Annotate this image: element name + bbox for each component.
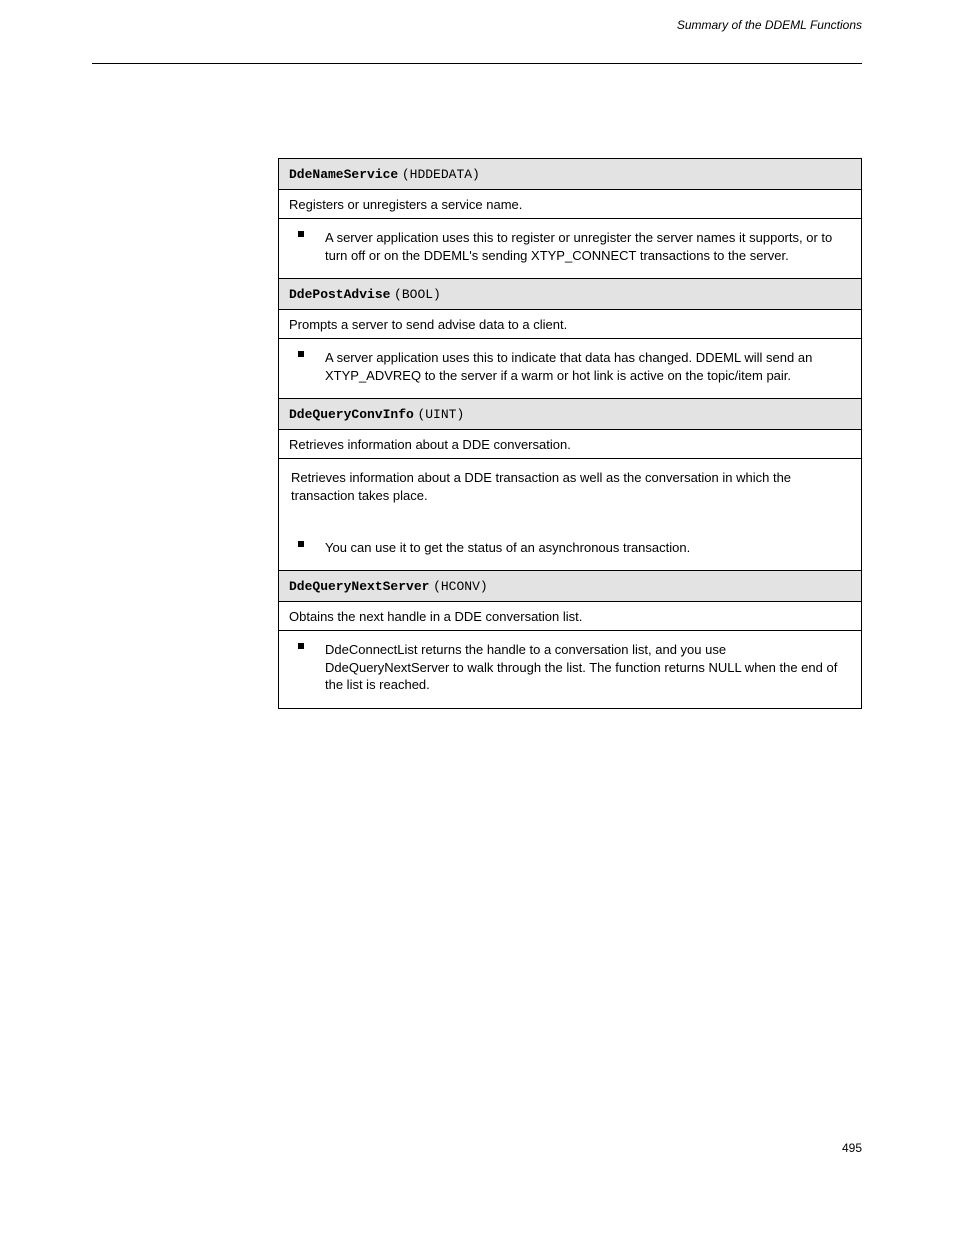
function-name: DdeNameService: [289, 167, 398, 182]
bullet-col: [291, 229, 311, 264]
function-summary: Registers or unregisters a service name.: [279, 189, 861, 219]
detail-text: You can use it to get the status of an a…: [325, 539, 849, 557]
function-name: DdePostAdvise: [289, 287, 390, 302]
function-detail: DdeConnectList returns the handle to a c…: [279, 630, 861, 708]
header-rule: [92, 63, 862, 64]
function-header: DdeNameService (HDDEDATA): [279, 159, 861, 189]
function-header: DdePostAdvise (BOOL): [279, 278, 861, 309]
function-summary: Prompts a server to send advise data to …: [279, 309, 861, 339]
function-return-type: (UINT): [417, 407, 464, 422]
detail-lead: Retrieves information about a DDE transa…: [291, 469, 849, 504]
page: Summary of the DDEML Functions DdeNameSe…: [0, 0, 954, 1235]
function-detail: Retrieves information about a DDE transa…: [279, 458, 861, 570]
function-header: DdeQueryConvInfo (UINT): [279, 398, 861, 429]
function-detail-body: You can use it to get the status of an a…: [325, 539, 849, 557]
function-detail-body: A server application uses this to indica…: [325, 349, 849, 384]
function-return-type: (HDDEDATA): [402, 167, 480, 182]
square-bullet-icon: [298, 231, 304, 237]
detail-text: DdeConnectList returns the handle to a c…: [325, 641, 849, 694]
function-name: DdeQueryNextServer: [289, 579, 429, 594]
function-return-type: (HCONV): [433, 579, 488, 594]
function-detail-body: A server application uses this to regist…: [325, 229, 849, 264]
function-detail: A server application uses this to indica…: [279, 338, 861, 398]
square-bullet-icon: [298, 351, 304, 357]
detail-bullet-line: You can use it to get the status of an a…: [291, 539, 849, 557]
bullet-col: [291, 641, 311, 694]
function-summary: Retrieves information about a DDE conver…: [279, 429, 861, 459]
page-number: 495: [842, 1141, 862, 1155]
detail-text: A server application uses this to regist…: [325, 229, 849, 264]
bullet-col: [291, 349, 311, 384]
function-detail-body: DdeConnectList returns the handle to a c…: [325, 641, 849, 694]
running-head: Summary of the DDEML Functions: [677, 18, 862, 32]
function-header: DdeQueryNextServer (HCONV): [279, 570, 861, 601]
square-bullet-icon: [298, 541, 304, 547]
function-name: DdeQueryConvInfo: [289, 407, 414, 422]
function-detail: A server application uses this to regist…: [279, 218, 861, 278]
function-summary: Obtains the next handle in a DDE convers…: [279, 601, 861, 631]
bullet-col: [291, 539, 311, 557]
functions-table: DdeNameService (HDDEDATA) Registers or u…: [278, 158, 862, 709]
detail-text: A server application uses this to indica…: [325, 349, 849, 384]
square-bullet-icon: [298, 643, 304, 649]
function-return-type: (BOOL): [394, 287, 441, 302]
